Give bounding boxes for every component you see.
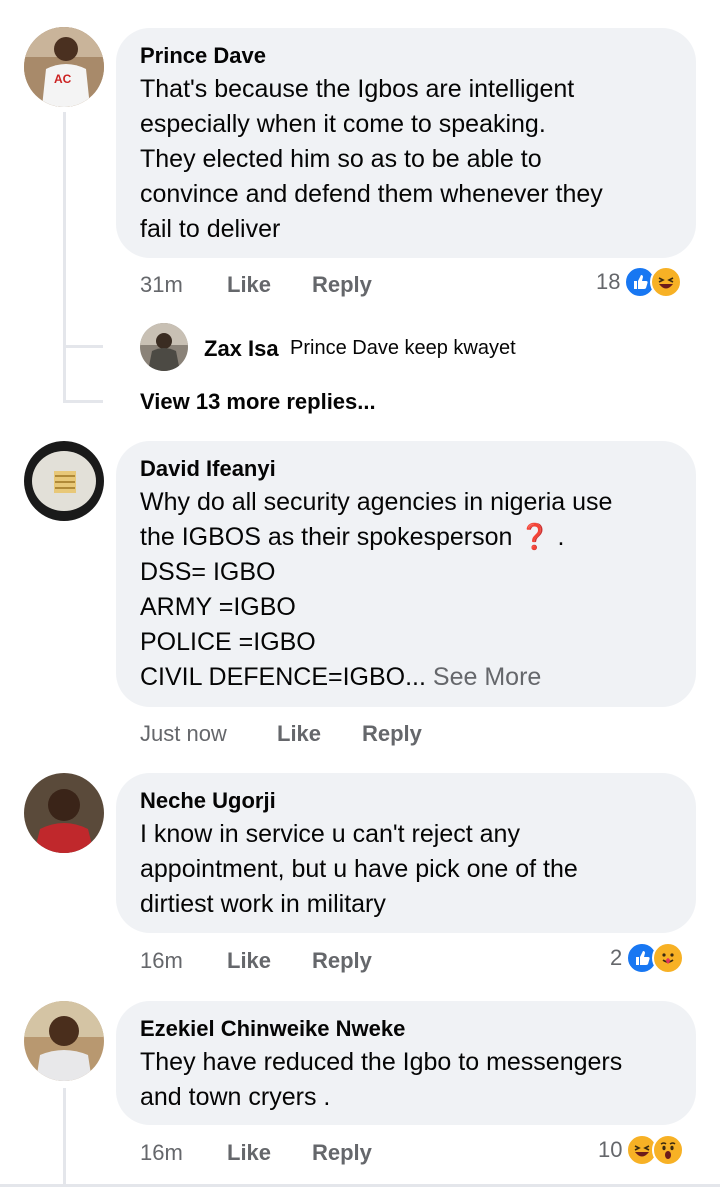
comment-author[interactable]: Neche Ugorji — [140, 787, 672, 815]
comment-bubble: Prince Dave That's because the Igbos are… — [116, 28, 696, 258]
reaction-summary[interactable]: 2 — [610, 942, 685, 974]
reaction-count: 18 — [596, 269, 621, 294]
reaction-count: 10 — [598, 1137, 623, 1162]
thread-line — [63, 112, 66, 402]
comment-line: POLICE =IGBO — [140, 628, 316, 656]
comment-text: Why do all security agencies in nigeria … — [140, 485, 672, 555]
reply-button[interactable]: Reply — [312, 1140, 372, 1166]
comment-text-tail: . — [550, 523, 565, 551]
comment-text: I know in service u can't reject any app… — [140, 820, 578, 918]
comment-line: DSS= IGBO — [140, 558, 276, 586]
reaction-summary[interactable]: 10 — [598, 1134, 685, 1166]
avatar[interactable] — [24, 1001, 104, 1081]
reply-button[interactable]: Reply — [312, 948, 372, 974]
laugh-icon — [650, 266, 683, 298]
thread-branch — [63, 400, 103, 403]
comment-text: They have reduced the Igbo to messengers… — [140, 1048, 623, 1111]
avatar-image: AC — [24, 27, 104, 107]
reply-button[interactable]: Reply — [362, 721, 422, 747]
avatar[interactable]: AC — [24, 27, 104, 107]
reaction-count: 2 — [610, 945, 623, 970]
comment-line-last: CIVIL DEFENCE=IGBO... See More — [140, 660, 672, 695]
reaction-summary[interactable]: 18 — [596, 266, 683, 298]
avatar-image — [24, 773, 104, 853]
comment-timestamp[interactable]: Just now — [140, 721, 227, 747]
comment-author[interactable]: Ezekiel Chinweike Nweke — [140, 1015, 672, 1043]
reply-button[interactable]: Reply — [312, 272, 372, 298]
thread-line — [63, 1088, 66, 1187]
avatar[interactable] — [24, 441, 104, 521]
comment-bubble: David Ifeanyi Why do all security agenci… — [116, 441, 696, 707]
question-mark-emoji: ❓ — [519, 523, 551, 551]
see-more-link[interactable]: See More — [433, 663, 541, 691]
comment-line: ARMY =IGBO — [140, 593, 296, 621]
comment-timestamp[interactable]: 16m — [140, 1140, 183, 1166]
avatar[interactable] — [140, 323, 188, 371]
comment-timestamp[interactable]: 16m — [140, 948, 183, 974]
avatar-image — [24, 1001, 104, 1081]
view-more-replies[interactable]: View 13 more replies... — [140, 389, 376, 415]
comment-bubble: Ezekiel Chinweike Nweke They have reduce… — [116, 1001, 696, 1125]
care-icon — [652, 942, 685, 974]
reply-author[interactable]: Zax Isa — [204, 336, 279, 362]
wow-icon — [652, 1134, 685, 1166]
avatar-image — [24, 441, 104, 521]
comment-author[interactable]: David Ifeanyi — [140, 455, 672, 483]
reply-text: Prince Dave keep kwayet — [290, 337, 516, 359]
avatar-image — [140, 323, 188, 371]
like-button[interactable]: Like — [277, 721, 321, 747]
comment-timestamp[interactable]: 31m — [140, 272, 183, 298]
avatar[interactable] — [24, 773, 104, 853]
thread-branch — [63, 345, 103, 348]
comment-author[interactable]: Prince Dave — [140, 42, 672, 70]
like-button[interactable]: Like — [227, 272, 271, 298]
svg-text:AC: AC — [54, 72, 72, 86]
comment-bubble: Neche Ugorji I know in service u can't r… — [116, 773, 696, 933]
comment-text: That's because the Igbos are intelligent… — [140, 75, 603, 243]
comment-line: CIVIL DEFENCE=IGBO... — [140, 663, 426, 691]
like-button[interactable]: Like — [227, 948, 271, 974]
like-button[interactable]: Like — [227, 1140, 271, 1166]
